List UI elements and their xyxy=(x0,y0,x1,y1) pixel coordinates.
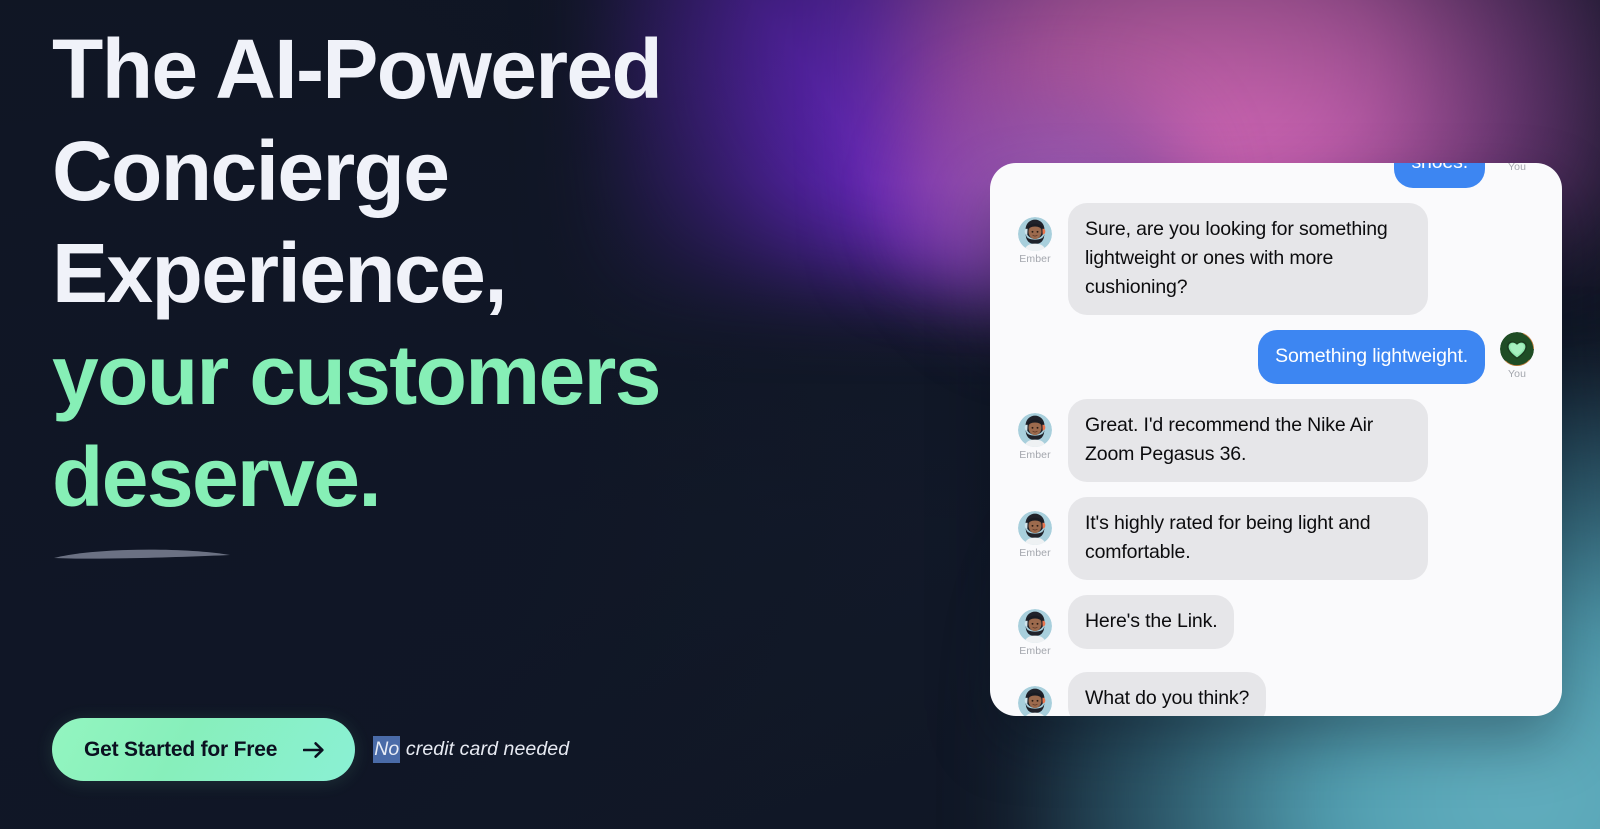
hero-section: The AI-Powered Concierge Experience, you… xyxy=(0,0,1600,829)
agent-avatar-photo xyxy=(1018,413,1052,447)
agent-avatar-photo xyxy=(1018,217,1052,251)
avatar: Ember xyxy=(1012,511,1058,559)
agent-avatar-photo xyxy=(1018,609,1052,643)
selected-text-highlight: No xyxy=(373,736,401,763)
get-started-button-label: Get Started for Free xyxy=(84,737,278,761)
chat-bubble: Great. I'd recommend the Nike Air Zoom P… xyxy=(1068,399,1428,482)
headline-line-3: Experience, xyxy=(52,226,508,321)
no-credit-card-note: No credit card needed xyxy=(373,736,570,763)
avatar: You xyxy=(1494,332,1540,380)
chat-preview-card: shoes. You Ember Sure, are you looking fo… xyxy=(990,163,1562,716)
avatar: Ember xyxy=(1012,609,1058,657)
headline-line-2: Concierge xyxy=(52,124,450,219)
chat-message-row: Something lightweight. You xyxy=(1012,330,1540,384)
hero-copy: The AI-Powered Concierge Experience, you… xyxy=(52,18,912,559)
avatar: Ember xyxy=(1012,685,1058,716)
chat-bubble: It's highly rated for being light and co… xyxy=(1068,497,1428,580)
chat-message-row: shoes. You xyxy=(1012,163,1540,188)
avatar-name: Ember xyxy=(1019,253,1051,265)
headline-line-5: deserve. xyxy=(52,430,382,525)
headline-line-1: The AI-Powered xyxy=(52,22,663,116)
chat-message-row: Ember It's highly rated for being light a… xyxy=(1012,497,1540,580)
avatar: Ember xyxy=(1012,413,1058,461)
chat-message-row: Ember Great. I'd recommend the Nike Air Z… xyxy=(1012,399,1540,482)
get-started-button[interactable]: Get Started for Free xyxy=(52,718,356,781)
headline-line-4: your customers xyxy=(52,328,661,423)
cta-row: Get Started for Free No credit card need… xyxy=(52,718,569,781)
avatar-name: Ember xyxy=(1019,547,1051,559)
chat-message-list[interactable]: shoes. You Ember Sure, are you looking fo… xyxy=(990,163,1562,716)
chat-bubble: Sure, are you looking for something ligh… xyxy=(1068,203,1428,315)
chat-message-row: Ember Here's the Link. xyxy=(1012,595,1540,657)
page-title: The AI-Powered Concierge Experience, you… xyxy=(52,18,912,528)
headline-underline-swoosh xyxy=(52,543,238,565)
agent-avatar-photo xyxy=(1018,685,1052,716)
avatar: Ember xyxy=(1012,217,1058,265)
chat-message-row: Ember What do you think? xyxy=(1012,671,1540,716)
agent-avatar-photo xyxy=(1018,511,1052,545)
green-heart-avatar-icon xyxy=(1500,332,1534,366)
chat-message-row: Ember Sure, are you looking for something… xyxy=(1012,203,1540,315)
no-credit-card-note-rest: credit card needed xyxy=(400,738,570,760)
chat-bubble: Something lightweight. xyxy=(1258,330,1485,384)
avatar-name: You xyxy=(1507,163,1527,173)
arrow-right-icon xyxy=(303,739,325,761)
avatar-name: Ember xyxy=(1019,449,1051,461)
chat-bubble: Here's the Link. xyxy=(1068,595,1235,649)
chat-bubble: shoes. xyxy=(1394,163,1485,188)
avatar-name: You xyxy=(1507,368,1527,380)
avatar: You xyxy=(1494,163,1540,173)
chat-bubble: What do you think? xyxy=(1068,671,1267,716)
avatar-name: Ember xyxy=(1019,645,1051,657)
